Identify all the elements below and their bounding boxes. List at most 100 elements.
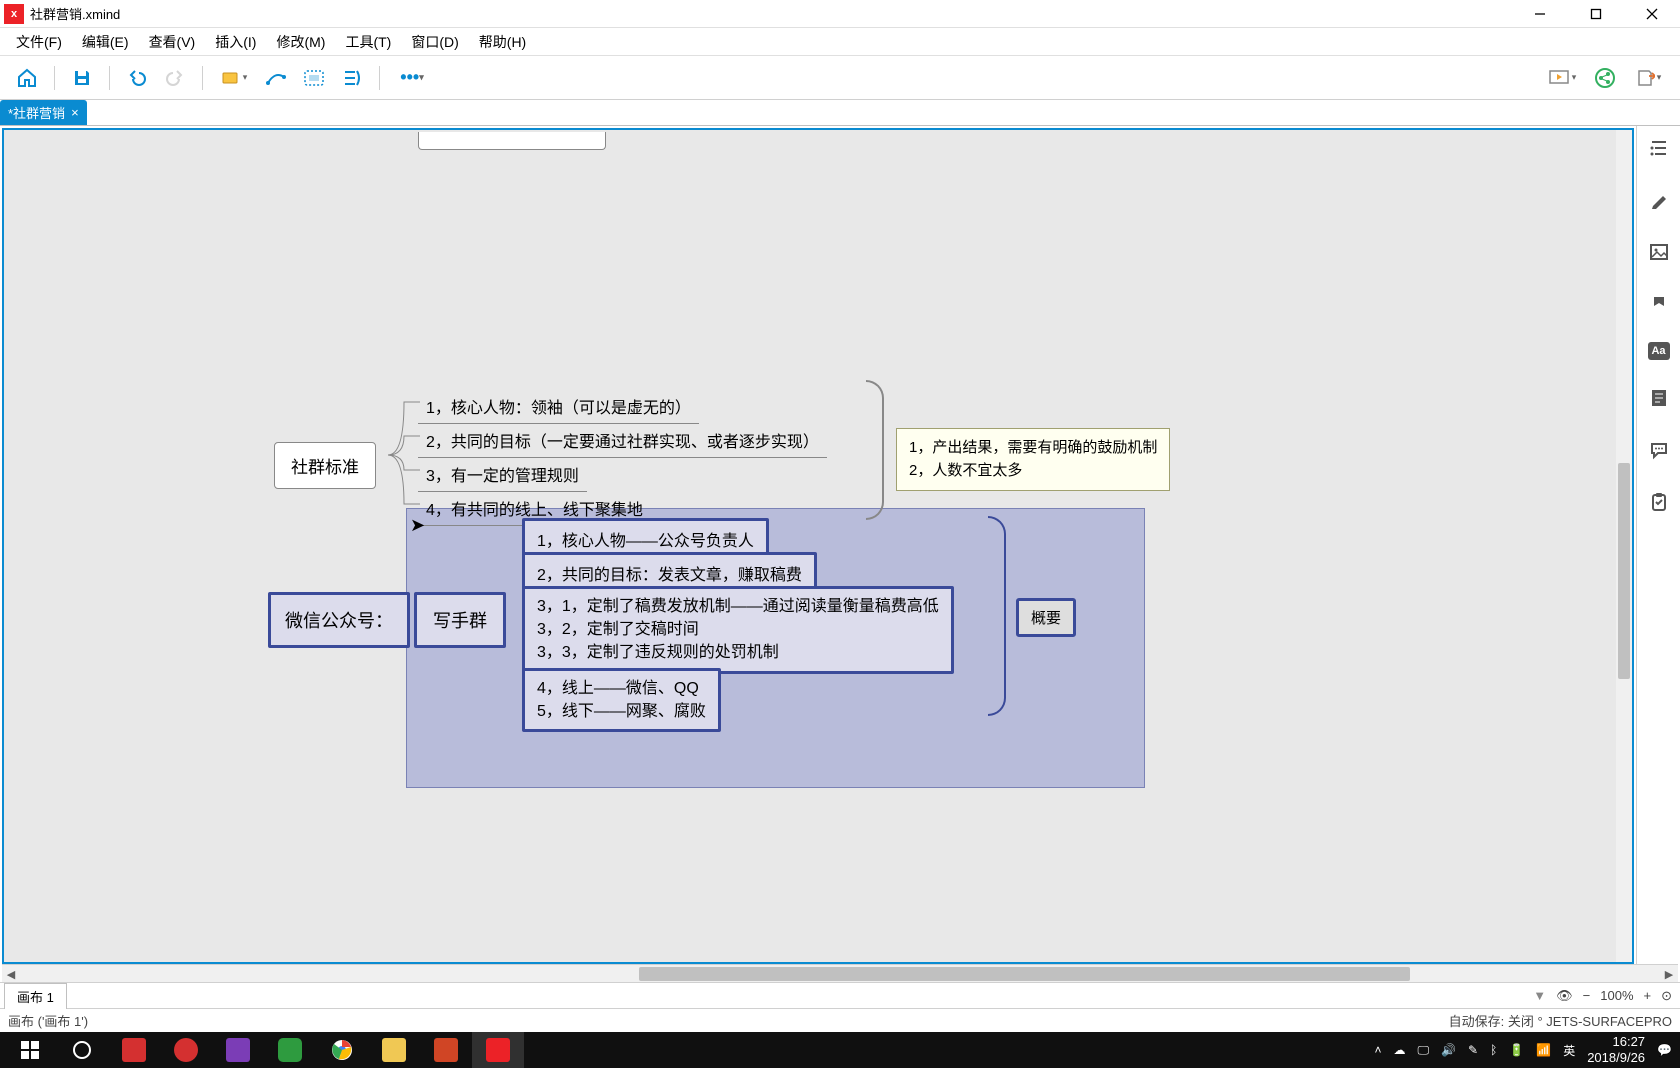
node-t2-4[interactable]: 4，线上——微信、QQ 5，线下——网聚、腐败 bbox=[522, 668, 721, 732]
node-t1-2[interactable]: 2，共同的目标（一定要通过社群实现、或者逐步实现） bbox=[418, 424, 827, 456]
notes-icon[interactable] bbox=[1645, 384, 1673, 412]
export-icon[interactable]: ▾ bbox=[1628, 63, 1668, 93]
side-panel: Aa bbox=[1636, 126, 1680, 964]
outline-icon[interactable] bbox=[1645, 134, 1673, 162]
home-icon[interactable] bbox=[12, 63, 42, 93]
connector-lines bbox=[384, 390, 424, 520]
start-button[interactable] bbox=[4, 1032, 56, 1068]
sheet-bar: 画布 1 ▼ 👁 − 100% + ⊙ bbox=[0, 982, 1680, 1008]
clock-time: 16:27 bbox=[1587, 1034, 1645, 1050]
tab-current[interactable]: *社群营销 × bbox=[0, 100, 87, 125]
tray-ime[interactable]: 英 bbox=[1563, 1042, 1575, 1059]
cortana-icon[interactable] bbox=[56, 1032, 108, 1068]
tray-weather-icon[interactable]: ☁ bbox=[1393, 1043, 1405, 1057]
mindmap-canvas[interactable]: 社群标准 1，核心人物：领袖（可以是虚无的） 2，共同的目标（一定要通过社群实现… bbox=[2, 128, 1634, 964]
minimize-button[interactable] bbox=[1512, 0, 1568, 28]
tray-sound-icon[interactable]: 🔊 bbox=[1441, 1043, 1456, 1057]
node-t1-1[interactable]: 1，核心人物：领袖（可以是虚无的） bbox=[418, 390, 699, 422]
brace-icon bbox=[866, 380, 884, 520]
clock-date: 2018/9/26 bbox=[1587, 1050, 1645, 1066]
menu-help[interactable]: 帮助(H) bbox=[469, 28, 536, 56]
node-note1[interactable]: 1，产出结果，需要有明确的鼓励机制 2，人数不宜太多 bbox=[896, 428, 1170, 491]
menu-insert[interactable]: 插入(I) bbox=[205, 28, 266, 56]
task-app-2[interactable] bbox=[160, 1032, 212, 1068]
redo-icon[interactable] bbox=[160, 63, 190, 93]
tray-up-icon[interactable]: ˄ bbox=[1374, 1043, 1381, 1057]
comments-icon[interactable] bbox=[1645, 436, 1673, 464]
scroll-left-icon[interactable]: ◀ bbox=[2, 965, 20, 983]
task-app-1[interactable] bbox=[108, 1032, 160, 1068]
task-explorer[interactable] bbox=[368, 1032, 420, 1068]
menu-modify[interactable]: 修改(M) bbox=[266, 28, 335, 56]
scroll-right-icon[interactable]: ▶ bbox=[1660, 965, 1678, 983]
node-t2-4a: 4，线上——微信、QQ bbox=[537, 677, 706, 700]
node-topic2b[interactable]: 写手群 bbox=[414, 592, 506, 648]
marker-icon[interactable] bbox=[1645, 290, 1673, 318]
boundary-icon[interactable] bbox=[299, 63, 329, 93]
present-icon[interactable]: ▾ bbox=[1542, 63, 1582, 93]
status-left: 画布 ('画布 1') bbox=[8, 1011, 88, 1030]
toolbar-separator bbox=[202, 66, 203, 90]
node-t2-3a: 3，1，定制了稿费发放机制——通过阅读量衡量稿费高低 bbox=[537, 595, 939, 618]
toolbar-separator bbox=[109, 66, 110, 90]
zoom-reset[interactable]: ⊙ bbox=[1661, 988, 1672, 1004]
more-icon[interactable]: ••• ▾ bbox=[392, 63, 432, 93]
toolbar-separator bbox=[54, 66, 55, 90]
horizontal-scrollbar[interactable]: ◀ ▶ bbox=[2, 964, 1678, 982]
node-topic2a[interactable]: 微信公众号： bbox=[268, 592, 410, 648]
vertical-scrollbar[interactable] bbox=[1616, 130, 1632, 962]
zoom-plus[interactable]: + bbox=[1644, 988, 1652, 1003]
status-bar: 画布 ('画布 1') 自动保存: 关闭 ° JETS-SURFACEPRO bbox=[0, 1008, 1680, 1032]
eye-icon[interactable]: 👁 bbox=[1556, 988, 1573, 1004]
text-icon[interactable]: Aa bbox=[1648, 342, 1670, 360]
task-icon[interactable] bbox=[1645, 488, 1673, 516]
menu-edit[interactable]: 编辑(E) bbox=[72, 28, 139, 56]
tray-display-icon[interactable]: 🖵 bbox=[1417, 1043, 1429, 1058]
tray-clock[interactable]: 16:27 2018/9/26 bbox=[1587, 1034, 1645, 1065]
windows-taskbar: ˄ ☁ 🖵 🔊 ✎ ᛒ 🔋 📶 英 16:27 2018/9/26 💬 bbox=[0, 1032, 1680, 1068]
xmind-app-icon: x bbox=[4, 4, 24, 24]
relationship-icon[interactable] bbox=[261, 63, 291, 93]
brace-icon bbox=[988, 516, 1006, 716]
task-chrome[interactable] bbox=[316, 1032, 368, 1068]
sheet-tab[interactable]: 画布 1 bbox=[4, 983, 67, 1009]
marker-dropdown[interactable]: ▾ bbox=[215, 63, 253, 93]
share-icon[interactable] bbox=[1590, 63, 1620, 93]
tab-label: *社群营销 bbox=[8, 103, 65, 122]
summary-icon[interactable] bbox=[337, 63, 367, 93]
menu-view[interactable]: 查看(V) bbox=[139, 28, 206, 56]
tray-pen-icon[interactable]: ✎ bbox=[1468, 1043, 1478, 1057]
maximize-button[interactable] bbox=[1568, 0, 1624, 28]
status-right: 自动保存: 关闭 ° JETS-SURFACEPRO bbox=[1449, 1011, 1672, 1030]
title-bar: x 社群营销.xmind bbox=[0, 0, 1680, 28]
format-icon[interactable] bbox=[1645, 186, 1673, 214]
toolbar: ▾ ••• ▾ ▾ ▾ bbox=[0, 56, 1680, 100]
menu-file[interactable]: 文件(F) bbox=[6, 28, 72, 56]
node-summary[interactable]: 概要 bbox=[1016, 598, 1076, 637]
close-button[interactable] bbox=[1624, 0, 1680, 28]
toolbar-separator bbox=[379, 66, 380, 90]
zoom-minus[interactable]: − bbox=[1583, 988, 1591, 1003]
window-title: 社群营销.xmind bbox=[30, 4, 1512, 23]
filter-icon[interactable]: ▼ bbox=[1533, 988, 1546, 1003]
menu-bar: 文件(F) 编辑(E) 查看(V) 插入(I) 修改(M) 工具(T) 窗口(D… bbox=[0, 28, 1680, 56]
tab-close-icon[interactable]: × bbox=[71, 105, 79, 120]
menu-tools[interactable]: 工具(T) bbox=[335, 28, 401, 56]
node-t1-3[interactable]: 3，有一定的管理规则 bbox=[418, 458, 587, 490]
save-icon[interactable] bbox=[67, 63, 97, 93]
tray-bluetooth-icon[interactable]: ᛒ bbox=[1490, 1043, 1497, 1057]
scroll-thumb[interactable] bbox=[639, 967, 1410, 981]
image-icon[interactable] bbox=[1645, 238, 1673, 266]
task-wechat[interactable] bbox=[264, 1032, 316, 1068]
node-t2-3[interactable]: 3，1，定制了稿费发放机制——通过阅读量衡量稿费高低 3，2，定制了交稿时间 3… bbox=[522, 586, 954, 674]
task-onenote[interactable] bbox=[212, 1032, 264, 1068]
tray-notifications-icon[interactable]: 💬 bbox=[1657, 1043, 1672, 1057]
task-xmind[interactable] bbox=[472, 1032, 524, 1068]
undo-icon[interactable] bbox=[122, 63, 152, 93]
task-powerpoint[interactable] bbox=[420, 1032, 472, 1068]
tray-battery-icon[interactable]: 🔋 bbox=[1509, 1043, 1524, 1057]
node-t2-4b: 5，线下——网聚、腐败 bbox=[537, 700, 706, 723]
node-topic1[interactable]: 社群标准 bbox=[274, 442, 376, 489]
menu-window[interactable]: 窗口(D) bbox=[401, 28, 468, 56]
tray-wifi-icon[interactable]: 📶 bbox=[1536, 1043, 1551, 1057]
